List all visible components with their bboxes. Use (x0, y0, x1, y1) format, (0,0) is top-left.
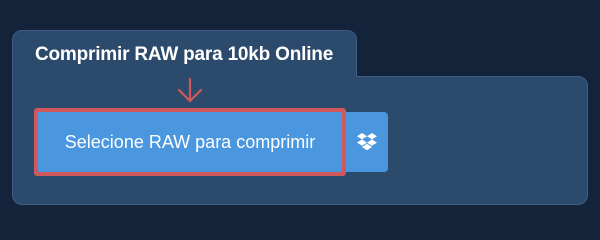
converter-title: Comprimir RAW para 10kb Online (35, 44, 334, 65)
select-file-label: Selecione RAW para comprimir (64, 131, 316, 152)
dropbox-icon (357, 133, 377, 151)
dropbox-button[interactable] (346, 112, 388, 172)
arrow-down-icon (177, 78, 203, 103)
select-file-button[interactable]: Selecione RAW para comprimir (34, 108, 346, 176)
